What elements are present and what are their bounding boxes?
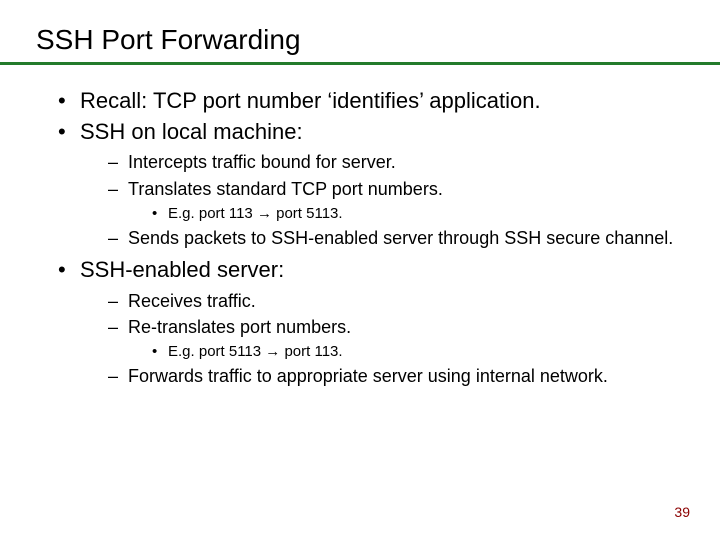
- sub-list: Receives traffic. Re-translates port num…: [108, 289, 684, 389]
- list-item: Recall: TCP port number ‘identifies’ app…: [58, 87, 684, 116]
- list-item: Receives traffic.: [108, 289, 684, 313]
- title-underline: [0, 62, 720, 65]
- slide: SSH Port Forwarding Recall: TCP port num…: [0, 0, 720, 540]
- list-item: Translates standard TCP port numbers. E.…: [108, 177, 684, 224]
- bullet-text: Forwards traffic to appropriate server u…: [128, 366, 608, 386]
- bullet-text: SSH-enabled server:: [80, 257, 284, 282]
- slide-title: SSH Port Forwarding: [36, 24, 684, 56]
- sub-sub-list: E.g. port 5113 → port 113.: [152, 341, 684, 362]
- list-item: E.g. port 5113 → port 113.: [152, 341, 684, 362]
- sub-list: Intercepts traffic bound for server. Tra…: [108, 150, 684, 250]
- page-number: 39: [674, 504, 690, 520]
- list-item: Intercepts traffic bound for server.: [108, 150, 684, 174]
- bullet-text: Re-translates port numbers.: [128, 317, 351, 337]
- bullet-text: E.g. port 113 → port 5113.: [168, 205, 343, 222]
- bullet-text: Translates standard TCP port numbers.: [128, 179, 443, 199]
- bullet-list: Recall: TCP port number ‘identifies’ app…: [58, 87, 684, 389]
- list-item: SSH-enabled server: Receives traffic. Re…: [58, 256, 684, 388]
- list-item: E.g. port 113 → port 5113.: [152, 203, 684, 224]
- sub-sub-list: E.g. port 113 → port 5113.: [152, 203, 684, 224]
- bullet-text: Recall: TCP port number ‘identifies’ app…: [80, 88, 541, 113]
- list-item: SSH on local machine: Intercepts traffic…: [58, 118, 684, 250]
- list-item: Sends packets to SSH-enabled server thro…: [108, 226, 684, 250]
- list-item: Forwards traffic to appropriate server u…: [108, 364, 684, 388]
- bullet-text: SSH on local machine:: [80, 119, 303, 144]
- bullet-text: Sends packets to SSH-enabled server thro…: [128, 228, 673, 248]
- list-item: Re-translates port numbers. E.g. port 51…: [108, 315, 684, 362]
- bullet-text: Intercepts traffic bound for server.: [128, 152, 396, 172]
- bullet-text: Receives traffic.: [128, 291, 256, 311]
- bullet-text: E.g. port 5113 → port 113.: [168, 343, 343, 360]
